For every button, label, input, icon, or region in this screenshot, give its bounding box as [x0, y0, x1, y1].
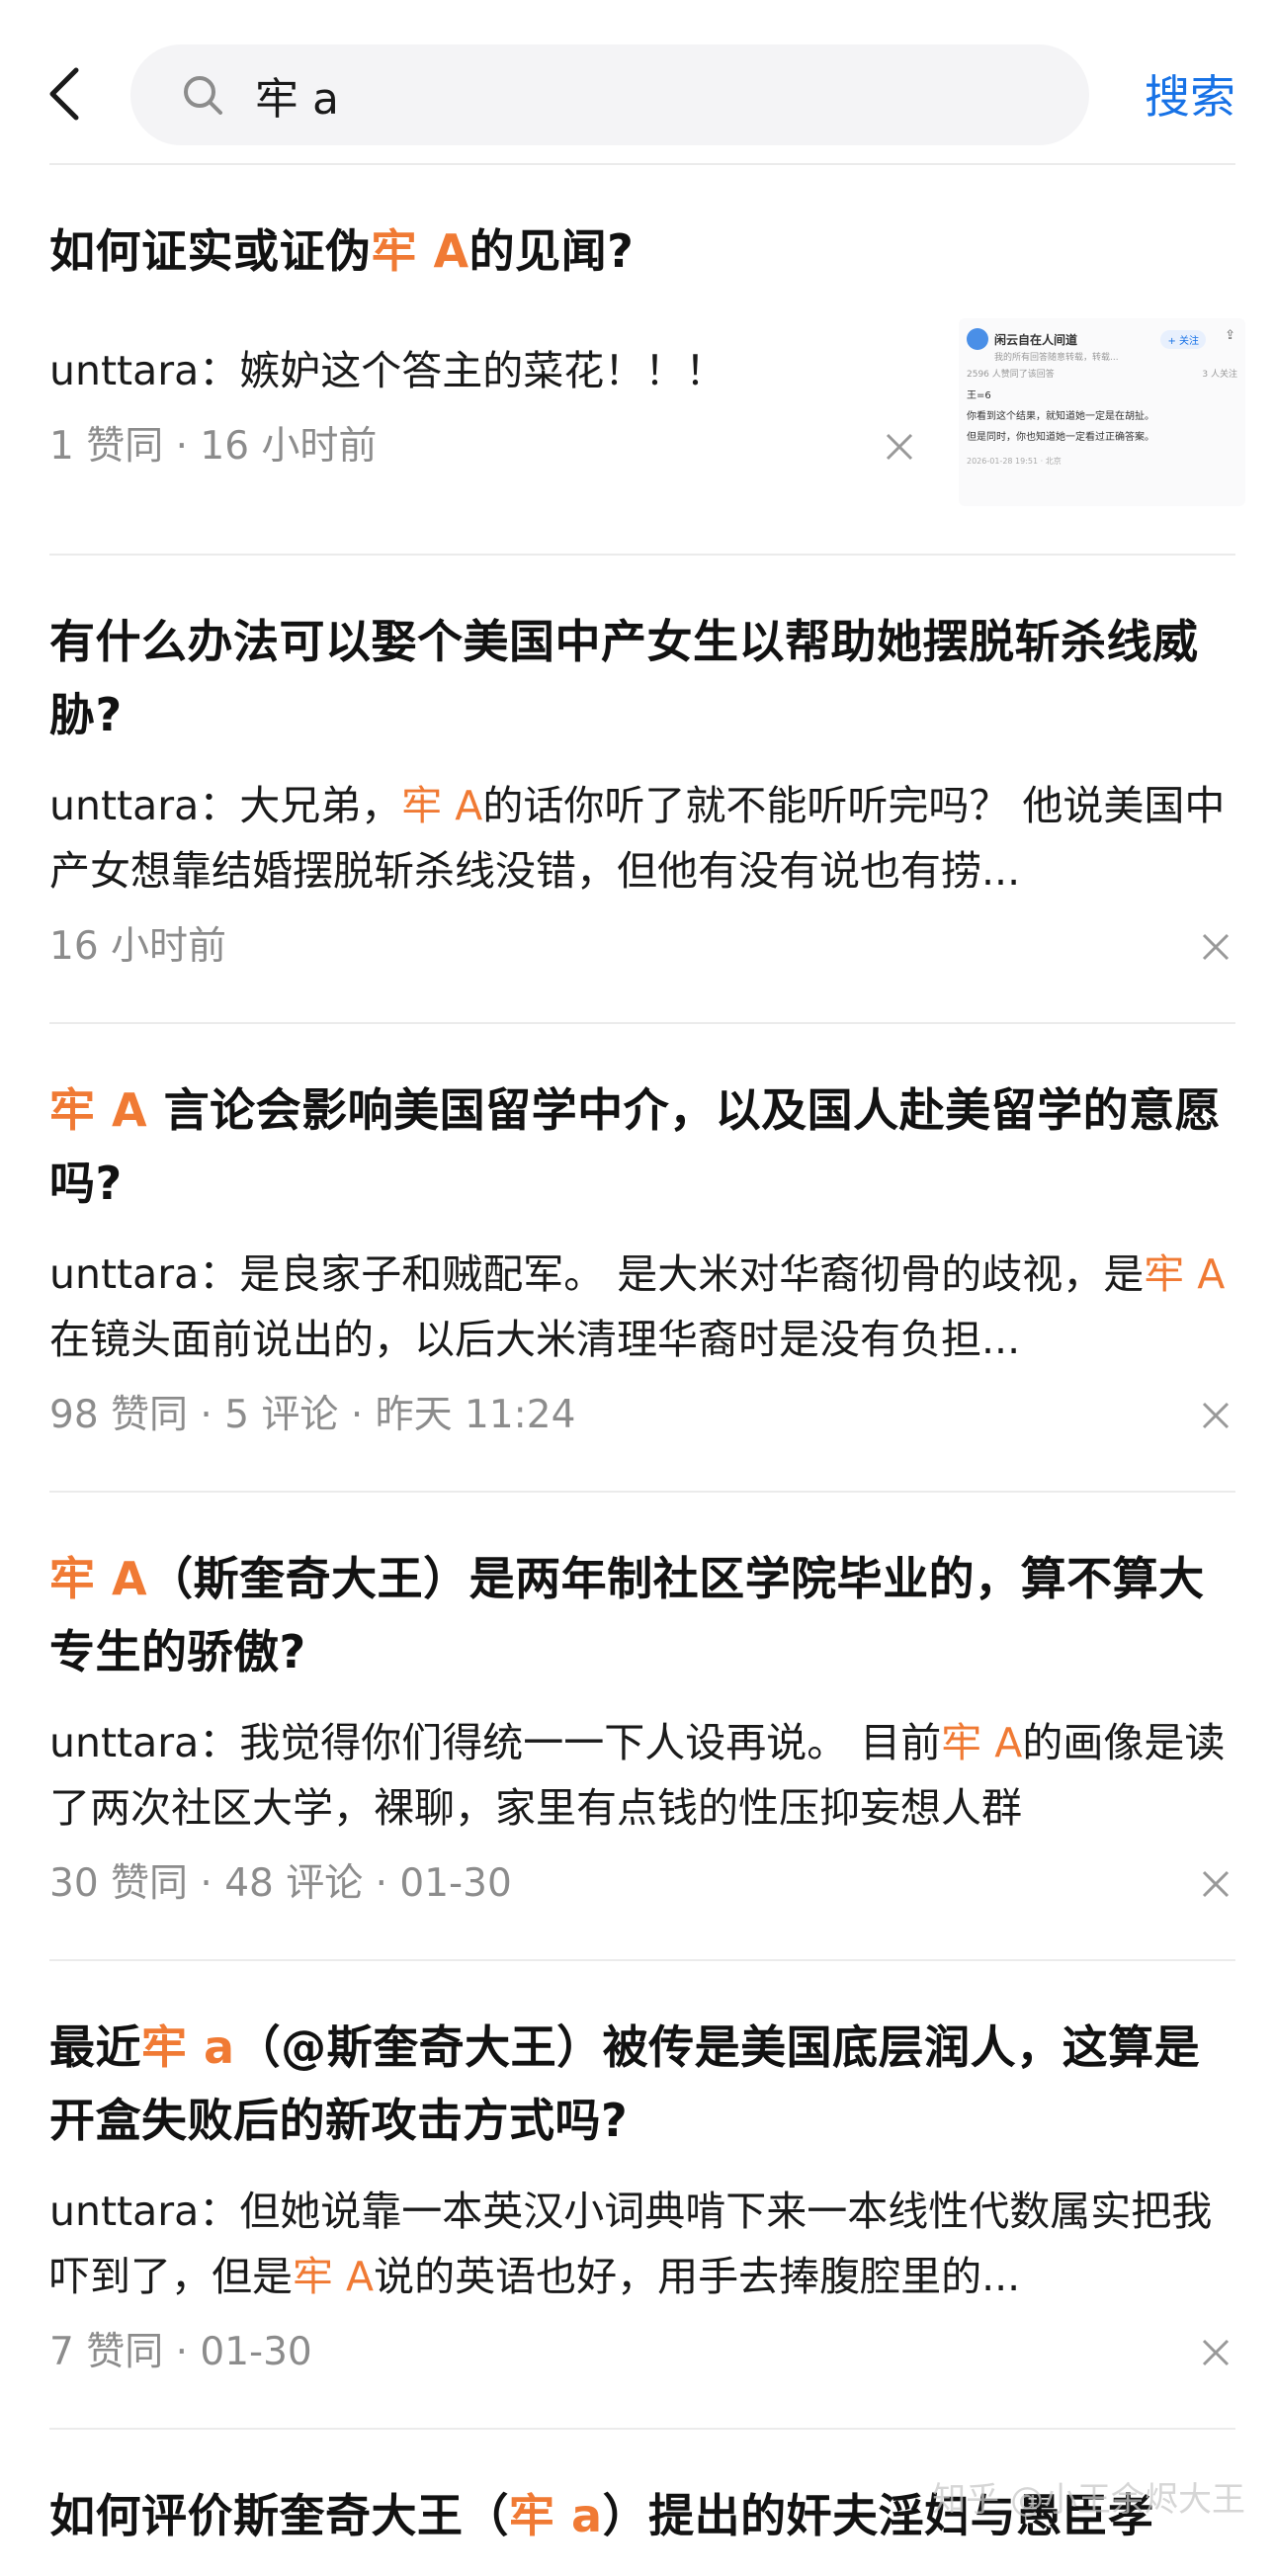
list-item[interactable]: 有什么办法可以娶个美国中产女生以帮助她摆脱斩杀线威胁? unttara：大兄弟，…	[49, 554, 1235, 1022]
list-item[interactable]: 牢 A 言论会影响美国留学中介，以及国人赴美留学的意愿吗? unttara：是良…	[49, 1022, 1235, 1491]
thumb-footer: 2026-01-28 19:51 · 北京	[959, 446, 1245, 476]
result-excerpt[interactable]: unttara：大兄弟，牢 A的话你听了就不能听听完吗？ 他说美国中产女想靠结婚…	[49, 773, 1235, 903]
title-text: 有什么办法可以娶个美国中产女生以帮助她摆脱斩杀线威胁?	[49, 615, 1199, 741]
excerpt-highlight: 牢 A	[941, 1719, 1022, 1766]
result-title[interactable]: 如何证实或证伪牢 A的见闻?	[49, 215, 1235, 288]
result-excerpt[interactable]: unttara：是良家子和贼配军。 是大米对华裔彻骨的歧视，是牢 A 在镜头面前说…	[49, 1242, 1235, 1372]
dismiss-button[interactable]	[880, 427, 919, 467]
watermark: 知乎 @小王余烬大王	[932, 2472, 1245, 2521]
search-icon	[182, 72, 227, 118]
title-highlight: 牢 A	[372, 224, 469, 278]
thumb-line: 你看到这个结果，就知道她一定是在胡扯。	[959, 404, 1245, 425]
result-excerpt[interactable]: unttara：但她说靠一本英汉小词典啃下来一本线性代数属实把我吓到了，但是牢 …	[49, 2179, 1235, 2309]
result-title[interactable]: 有什么办法可以娶个美国中产女生以帮助她摆脱斩杀线威胁?	[49, 605, 1235, 751]
thumb-follow: + 关注	[1160, 330, 1206, 349]
thumb-line: 但是同时，你也知道她一定看过正确答案。	[959, 425, 1245, 446]
title-text: 言论会影响美国留学中介，以及国人赴美留学的意愿吗?	[49, 1083, 1221, 1210]
title-text: （斯奎奇大王）是两年制社区学院毕业的，算不算大专生的骄傲?	[49, 1552, 1205, 1678]
result-excerpt[interactable]: unttara：我觉得你们得统一一下人设再说。 目前牢 A的画像是读了两次社区大…	[49, 1710, 1235, 1841]
thumb-line: 王=6	[959, 384, 1245, 404]
back-button[interactable]	[30, 54, 99, 133]
close-icon	[885, 432, 914, 462]
title-highlight: 牢 A	[49, 1083, 147, 1137]
title-highlight: 牢 a	[141, 2020, 235, 2074]
top-bar: 搜索	[0, 0, 1275, 163]
share-icon: ⇪	[1225, 328, 1235, 343]
title-text: 最近	[49, 2020, 141, 2074]
excerpt-text: 说的英语也好，用手去捧腹腔里的...	[374, 2253, 1020, 2300]
list-item[interactable]: 牢 A（斯奎奇大王）是两年制社区学院毕业的，算不算大专生的骄傲? unttara…	[49, 1491, 1235, 1959]
result-title[interactable]: 牢 A 言论会影响美国留学中介，以及国人赴美留学的意愿吗?	[49, 1073, 1235, 1220]
result-thumbnail[interactable]: 闲云自在人间道 我的所有回答随意转载，转载... + 关注 ⇪ 2596 人赞同…	[959, 318, 1245, 506]
title-text: 如何评价斯奎奇大王（	[49, 2489, 509, 2542]
title-highlight: 牢 A	[49, 1552, 147, 1605]
search-results-list: 如何证实或证伪牢 A的见闻? unttara：嫉妒这个答主的菜花！！！ 1 赞同…	[49, 163, 1235, 2576]
search-button[interactable]: 搜索	[1145, 61, 1235, 127]
title-text: 如何证实或证伪	[49, 224, 372, 278]
dismiss-button[interactable]	[1196, 1396, 1235, 1435]
result-title[interactable]: 最近牢 a（@斯奎奇大王）被传是美国底层润人，这算是开盒失败后的新攻击方式吗?	[49, 2011, 1235, 2157]
list-item[interactable]: 如何证实或证伪牢 A的见闻? unttara：嫉妒这个答主的菜花！！！ 1 赞同…	[49, 163, 1235, 554]
close-icon	[1201, 2338, 1231, 2367]
excerpt-highlight: 牢 A	[1144, 1250, 1225, 1298]
result-meta: 30 赞同 · 48 评论 · 01-30	[49, 1854, 512, 1914]
result-excerpt[interactable]: unttara：嫉妒这个答主的菜花！！！	[49, 338, 899, 403]
list-item[interactable]: 最近牢 a（@斯奎奇大王）被传是美国底层润人，这算是开盒失败后的新攻击方式吗? …	[49, 1959, 1235, 2428]
thumb-stats: 3 人关注	[1202, 367, 1237, 380]
avatar	[967, 328, 988, 350]
excerpt-text: unttara：是良家子和贼配军。 是大米对华裔彻骨的歧视，是	[49, 1250, 1144, 1298]
search-input[interactable]	[255, 70, 1026, 121]
close-icon	[1201, 932, 1231, 962]
excerpt-text: unttara：我觉得你们得统一一下人设再说。 目前	[49, 1719, 941, 1766]
search-bar[interactable]	[130, 44, 1089, 145]
excerpt-text: 在镜头面前说出的，以后大米清理华裔时是没有负担...	[49, 1316, 1020, 1363]
dismiss-button[interactable]	[1196, 2333, 1235, 2372]
excerpt-highlight: 牢 A	[401, 782, 482, 829]
result-title[interactable]: 牢 A（斯奎奇大王）是两年制社区学院毕业的，算不算大专生的骄傲?	[49, 1542, 1235, 1688]
thumb-bio: 我的所有回答随意转载，转载...	[994, 350, 1245, 363]
result-meta: 7 赞同 · 01-30	[49, 2323, 312, 2382]
result-meta: 98 赞同 · 5 评论 · 昨天 11:24	[49, 1386, 575, 1445]
result-meta: 1 赞同 · 16 小时前	[49, 417, 377, 476]
thumb-account: 闲云自在人间道	[994, 331, 1077, 348]
result-meta: 16 小时前	[49, 917, 226, 977]
excerpt-text: unttara：大兄弟，	[49, 782, 401, 829]
chevron-left-icon	[44, 64, 84, 124]
excerpt-highlight: 牢 A	[293, 2253, 374, 2300]
thumb-stats: 2596 人赞同了该回答	[967, 367, 1055, 380]
excerpt-text: unttara：嫉妒这个答主的菜花！！！	[49, 347, 725, 394]
title-text: 的见闻?	[469, 224, 635, 278]
title-highlight: 牢 a	[509, 2489, 603, 2542]
close-icon	[1201, 1869, 1231, 1899]
close-icon	[1201, 1401, 1231, 1430]
dismiss-button[interactable]	[1196, 1864, 1235, 1904]
dismiss-button[interactable]	[1196, 927, 1235, 967]
